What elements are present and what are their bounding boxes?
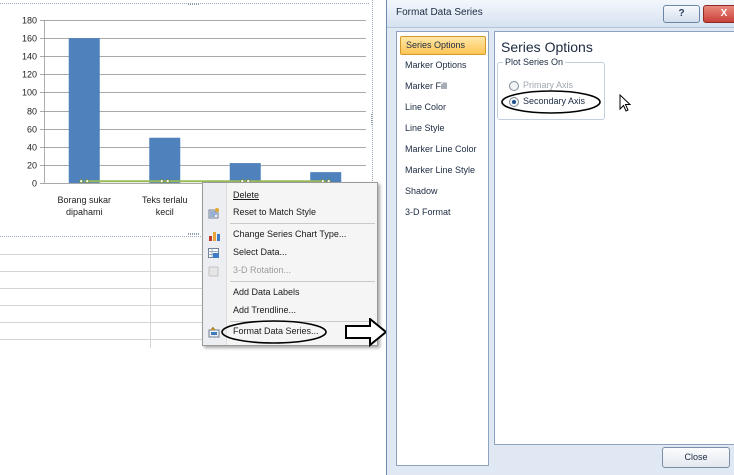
series-selection-handle[interactable] <box>85 179 90 184</box>
help-button[interactable]: ? <box>663 5 700 23</box>
dialog-title-bar[interactable]: Format Data Series ? X <box>387 0 734 28</box>
menu-item-add-data-labels[interactable]: Add Data Labels <box>203 284 377 302</box>
menu-item-label: Add Trendline... <box>233 305 297 315</box>
x-category-label: kecil <box>156 207 174 217</box>
x-axis-category-labels: Borang sukar dipahami Teks terlalu kecil <box>57 195 187 217</box>
rotation-icon <box>208 266 219 277</box>
group-label: Plot Series On <box>503 57 566 67</box>
help-icon: ? <box>678 8 685 19</box>
series-selection-handle[interactable] <box>79 179 84 184</box>
x-category-label: Teks terlalu <box>142 195 188 205</box>
y-tick-label: 180 <box>22 16 37 26</box>
options-panel: Series Options Plot Series On Primary Ax… <box>494 31 734 445</box>
y-tick-label: 140 <box>22 52 37 62</box>
nav-label: Shadow <box>405 186 438 196</box>
close-icon: X <box>720 8 728 19</box>
reset-style-icon <box>208 208 219 219</box>
y-tick-label: 0 <box>32 179 37 189</box>
x-category-label: dipahami <box>66 207 103 217</box>
nav-label: Series Options <box>406 40 466 50</box>
nav-marker-options[interactable]: Marker Options <box>400 57 484 74</box>
nav-shadow[interactable]: Shadow <box>400 183 484 200</box>
nav-marker-fill[interactable]: Marker Fill <box>400 78 484 95</box>
menu-item-label: Change Series Chart Type... <box>233 229 347 239</box>
nav-label: Marker Fill <box>405 81 447 91</box>
section-title: Series Options <box>501 39 593 55</box>
y-tick-label: 40 <box>27 143 37 153</box>
nav-marker-line-style[interactable]: Marker Line Style <box>400 162 484 179</box>
series-selection-handle[interactable] <box>165 179 170 184</box>
nav-label: Line Color <box>405 102 447 112</box>
close-button-label: Close <box>684 452 708 462</box>
nav-3d-format[interactable]: 3-D Format <box>400 204 484 221</box>
menu-separator <box>230 223 375 224</box>
format-data-series-dialog: Format Data Series ? X Series Options Ma… <box>386 0 734 475</box>
nav-label: Line Style <box>405 123 445 133</box>
nav-label: Marker Line Style <box>405 165 476 175</box>
menu-item-select-data[interactable]: Select Data... <box>203 244 377 262</box>
menu-item-label: Reset to Match Style <box>233 207 317 217</box>
nav-series-options[interactable]: Series Options <box>400 36 486 55</box>
highlight-ellipse <box>221 320 327 344</box>
chart-type-icon <box>209 232 220 241</box>
y-tick-label: 80 <box>27 107 37 117</box>
select-data-icon <box>208 248 219 258</box>
y-tick-label: 100 <box>22 88 37 98</box>
y-tick-label: 120 <box>22 70 37 80</box>
nav-line-style[interactable]: Line Style <box>400 120 484 137</box>
close-button[interactable]: Close <box>662 447 730 468</box>
menu-item-change-series-chart-type[interactable]: Change Series Chart Type... <box>203 226 377 244</box>
menu-item-3d-rotation[interactable]: 3-D Rotation... <box>203 262 377 280</box>
bar[interactable] <box>149 137 181 183</box>
nav-marker-line-color[interactable]: Marker Line Color <box>400 141 484 158</box>
nav-label: Marker Line Color <box>405 144 477 154</box>
secondary-axis-highlight-ellipse <box>501 90 601 114</box>
dialog-title: Format Data Series <box>396 7 483 18</box>
menu-item-delete[interactable]: Delete <box>203 187 377 205</box>
bar[interactable] <box>68 38 100 183</box>
menu-item-reset-to-match-style[interactable]: Reset to Match Style <box>203 204 377 222</box>
close-window-button[interactable]: X <box>703 5 734 23</box>
bar[interactable] <box>229 163 261 183</box>
menu-item-label: Add Data Labels <box>233 287 300 297</box>
pointer-arrow-icon <box>345 318 388 348</box>
menu-item-label: 3-D Rotation... <box>233 265 292 275</box>
menu-item-label: Select Data... <box>233 247 288 257</box>
category-list: Series Options Marker Options Marker Fil… <box>396 31 489 466</box>
y-tick-label: 160 <box>22 34 37 44</box>
highlight-annotation <box>221 318 388 348</box>
y-axis-tick-labels: 0 20 40 60 80 100 120 140 160 180 <box>22 16 37 189</box>
mouse-cursor-icon <box>619 94 632 112</box>
nav-line-color[interactable]: Line Color <box>400 99 484 116</box>
series-selection-handle[interactable] <box>159 179 164 184</box>
nav-label: Marker Options <box>405 60 467 70</box>
nav-label: 3-D Format <box>405 207 451 217</box>
x-category-label: Borang sukar <box>57 195 111 205</box>
menu-item-label: Delete <box>233 190 260 200</box>
chart-bars[interactable] <box>68 38 342 183</box>
y-tick-label: 20 <box>27 161 37 171</box>
menu-separator <box>230 281 375 282</box>
y-tick-label: 60 <box>27 125 37 135</box>
